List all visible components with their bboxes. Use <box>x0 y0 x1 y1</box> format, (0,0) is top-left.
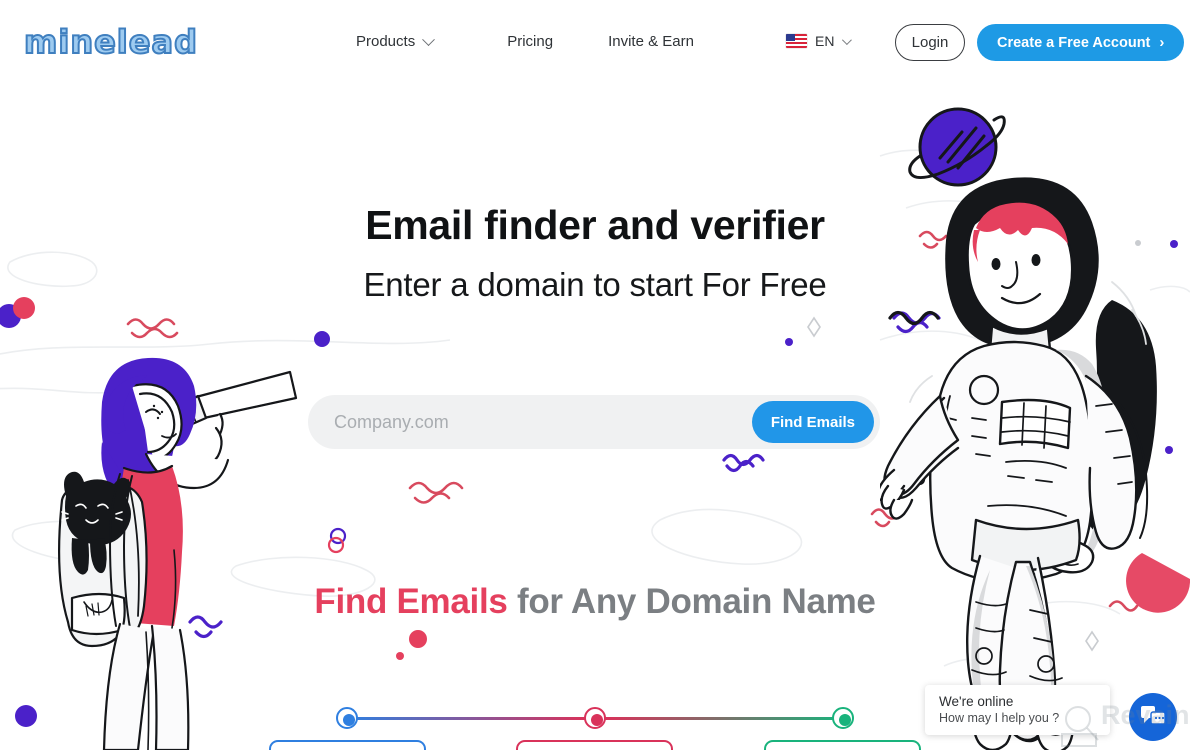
us-flag-icon <box>786 34 807 48</box>
steps-indicator <box>336 707 854 731</box>
nav-item-invite-earn[interactable]: Invite & Earn <box>608 32 694 52</box>
chat-greeting-bubble[interactable]: We're online How may I help you ? <box>925 685 1110 735</box>
step-dot-one[interactable] <box>336 707 358 729</box>
create-account-button[interactable]: Create a Free Account › <box>977 24 1185 61</box>
tagline-rest: for Any Domain Name <box>507 582 876 621</box>
language-code: EN <box>815 33 835 49</box>
nav-item-pricing-label: Pricing <box>507 33 554 50</box>
step-dot-three[interactable] <box>832 707 854 729</box>
site-header: minelead Products Pricing Invite & Earn … <box>0 0 1190 84</box>
landing-page: minelead Products Pricing Invite & Earn … <box>0 0 1190 750</box>
logo[interactable]: minelead <box>23 22 198 62</box>
chat-launcher-button[interactable] <box>1129 693 1177 741</box>
nav-item-products-label: Products <box>356 33 416 50</box>
page-title: Email finder and verifier <box>365 202 825 248</box>
chevron-right-icon: › <box>1159 34 1165 51</box>
step-dot-two[interactable] <box>584 707 606 729</box>
primary-nav: Products Pricing Invite & Earn <box>356 32 694 52</box>
language-selector[interactable]: EN <box>786 33 853 49</box>
page-subtitle: Enter a domain to start For Free <box>363 266 827 303</box>
hero-section: Email finder and verifier Enter a domain… <box>0 84 1190 750</box>
chevron-down-icon <box>842 34 853 45</box>
chat-prompt-text: How may I help you ? <box>939 711 1060 725</box>
domain-search-bar: Find Emails <box>308 395 880 449</box>
create-account-label: Create a Free Account <box>997 34 1151 51</box>
tagline-highlight: Find Emails <box>314 582 508 621</box>
step-card-one[interactable] <box>269 740 426 750</box>
search-input[interactable] <box>308 395 752 449</box>
nav-item-pricing[interactable]: Pricing <box>507 32 553 52</box>
find-emails-button[interactable]: Find Emails <box>751 401 874 443</box>
chat-bubble-icon <box>1141 706 1166 725</box>
step-card-two[interactable] <box>516 740 673 750</box>
login-button[interactable]: Login <box>895 24 965 61</box>
chevron-down-icon <box>422 32 436 46</box>
nav-item-products[interactable]: Products <box>356 32 436 52</box>
step-card-three[interactable] <box>764 740 921 750</box>
hero-tagline: Find Emails for Any Domain Name <box>0 582 1190 622</box>
nav-item-invite-earn-label: Invite & Earn <box>608 33 694 50</box>
chat-status-text: We're online <box>939 694 1014 709</box>
